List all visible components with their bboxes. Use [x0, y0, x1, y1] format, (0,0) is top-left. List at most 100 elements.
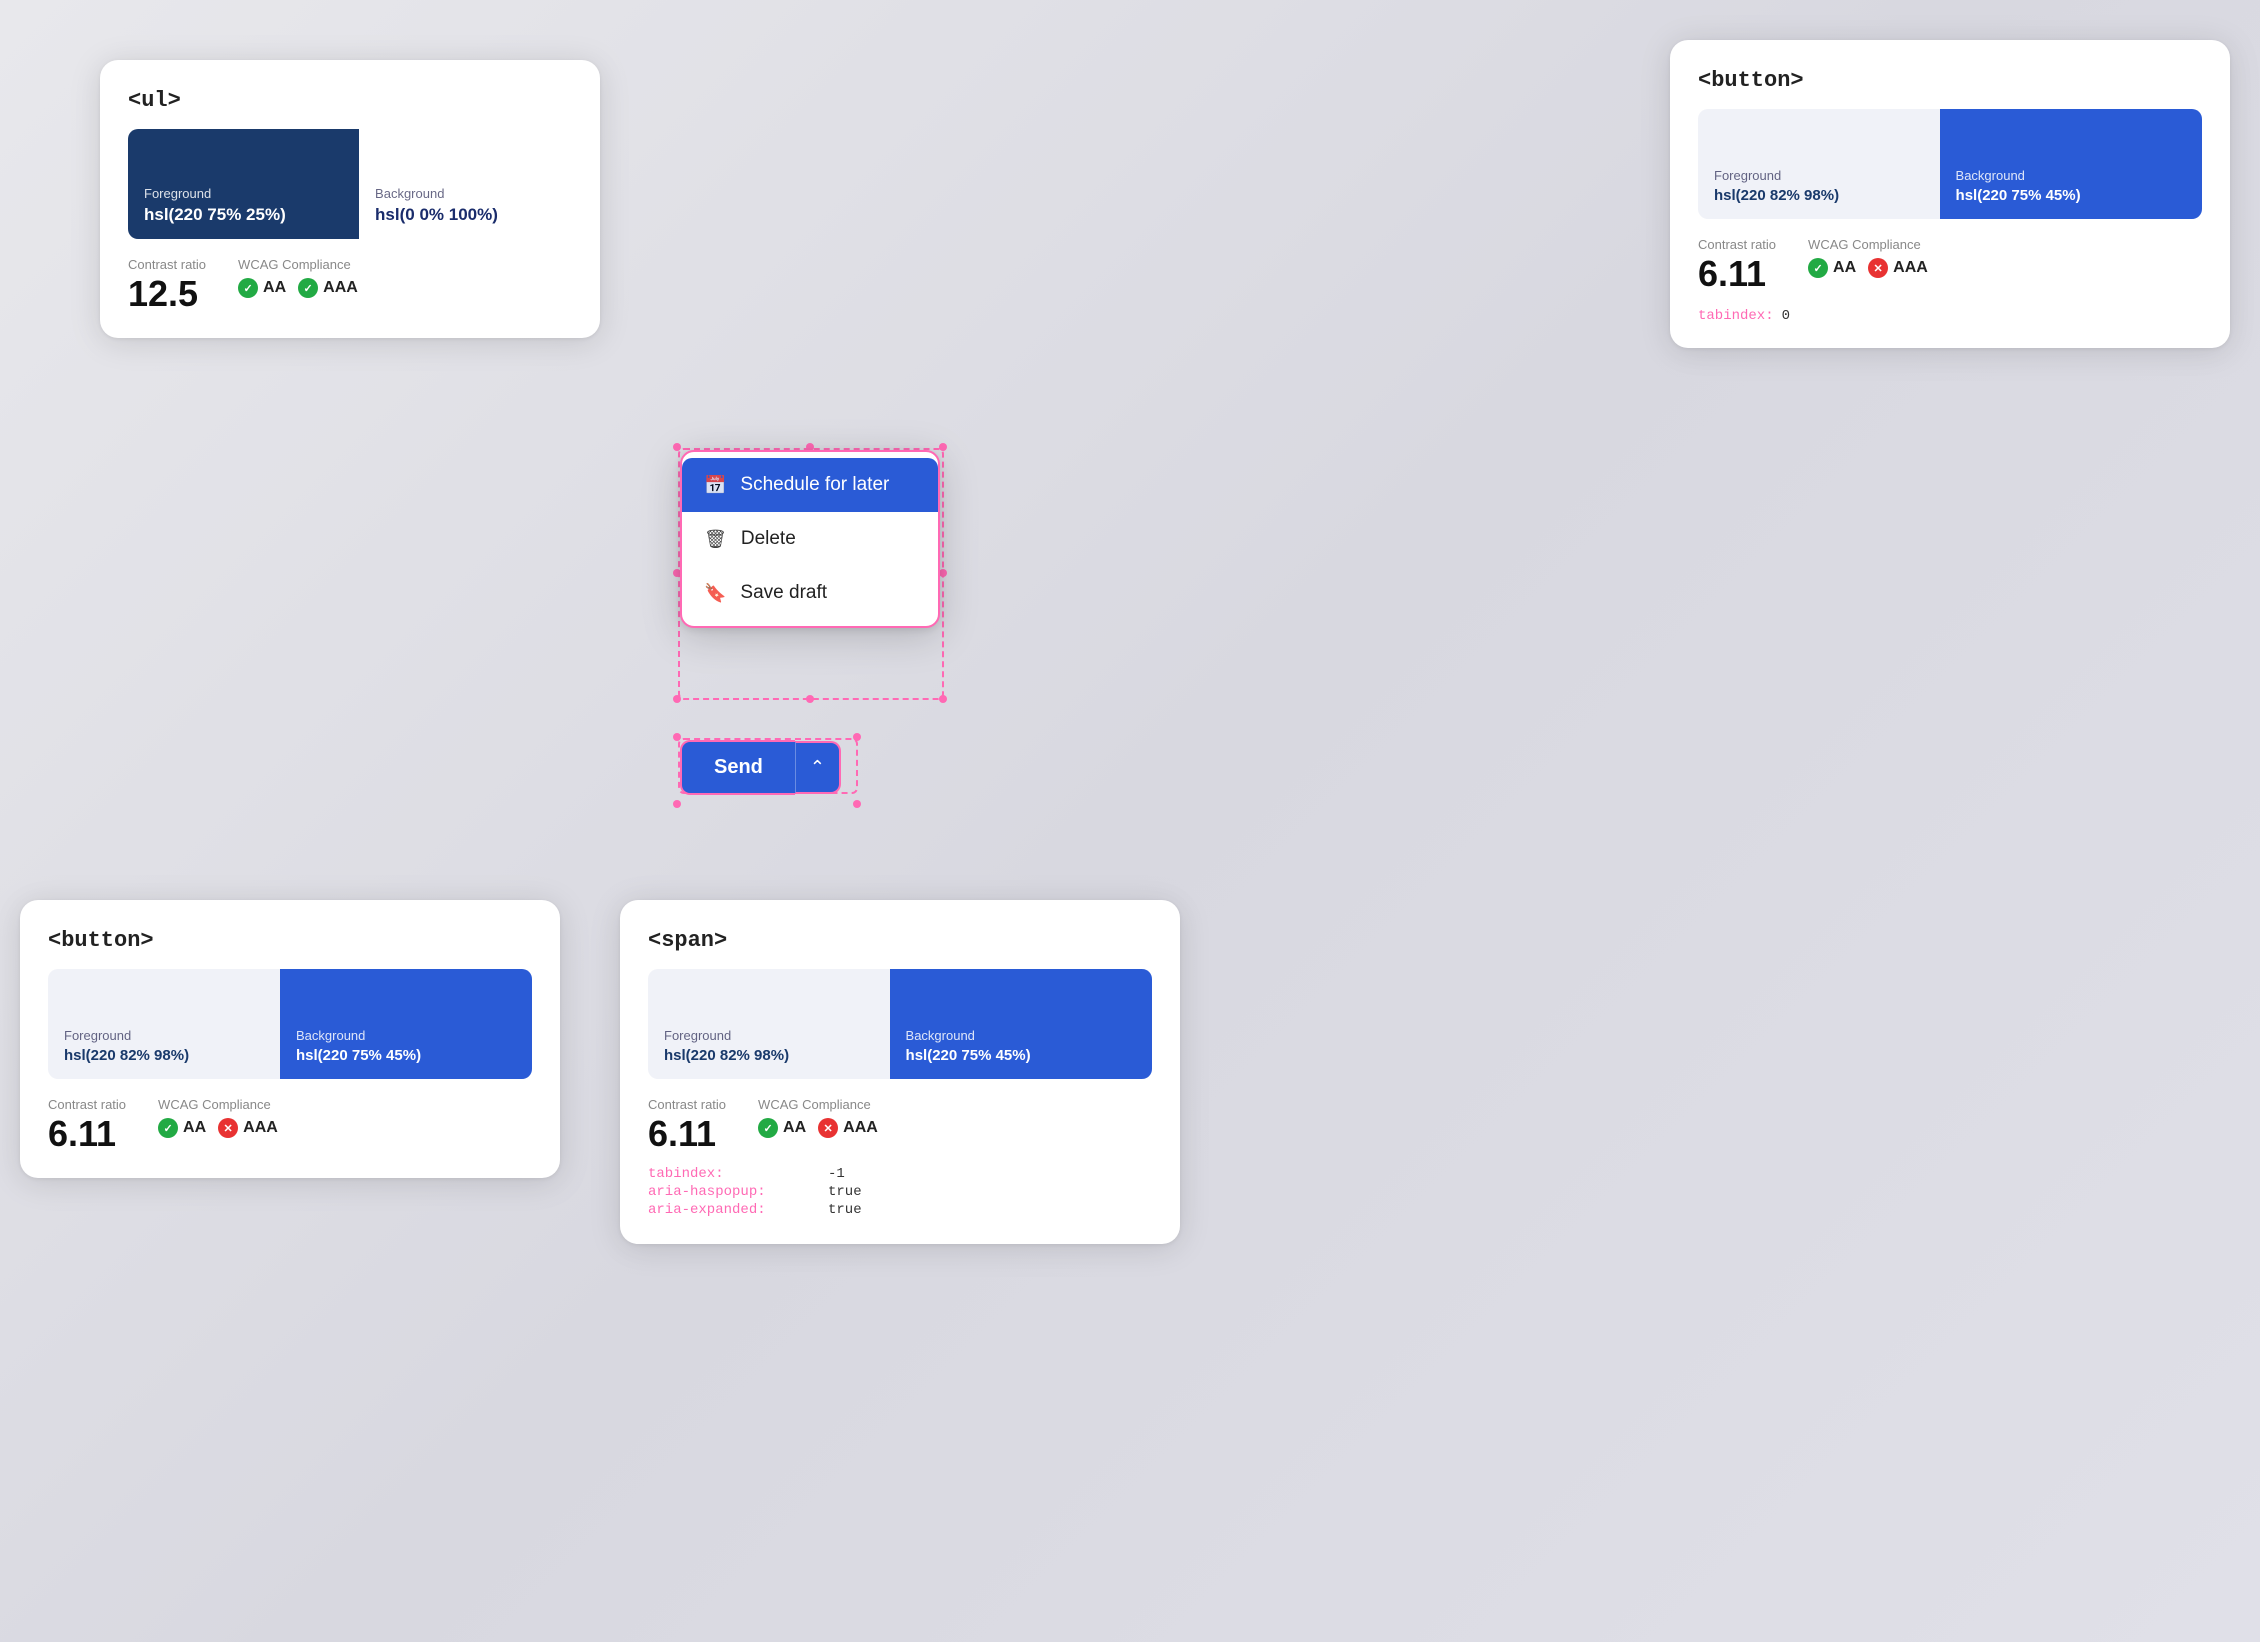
span-contrast-value: 6.11 — [648, 1114, 726, 1154]
save-draft-item[interactable]: 🔖 Save draft — [682, 566, 938, 620]
span-tabindex-value: -1 — [828, 1166, 845, 1182]
button-top-fg-label: Foreground — [1714, 168, 1924, 183]
button-bottom-aa-badge: ✓ AA — [158, 1118, 206, 1138]
span-aa-label: AA — [783, 1119, 806, 1137]
button-bottom-wcag-label: WCAG Compliance — [158, 1097, 278, 1112]
ul-fg-swatch: Foreground hsl(220 75% 25%) — [128, 129, 359, 239]
span-card-title: <span> — [648, 928, 1152, 953]
span-attr-table: tabindex: -1 aria-haspopup: true aria-ex… — [648, 1166, 1152, 1218]
button-bottom-aa-label: AA — [183, 1119, 206, 1137]
ul-wcag-label: WCAG Compliance — [238, 257, 358, 272]
span-aa-icon: ✓ — [758, 1118, 778, 1138]
button-top-aa-badge: ✓ AA — [1808, 258, 1856, 278]
button-top-wcag-block: WCAG Compliance ✓ AA ✕ AAA — [1808, 237, 1928, 278]
span-aa-badge: ✓ AA — [758, 1118, 806, 1138]
button-top-tabindex-value: 0 — [1782, 308, 1790, 324]
send-dot-3 — [673, 800, 681, 808]
send-dot-4 — [853, 800, 861, 808]
button-top-aa-icon: ✓ — [1808, 258, 1828, 278]
schedule-later-item[interactable]: 📅 Schedule for later — [682, 458, 938, 512]
trash-icon: 🗑 — [704, 529, 727, 550]
ul-color-swatches: Foreground hsl(220 75% 25%) Background h… — [128, 129, 572, 239]
span-bg-value: hsl(220 75% 45%) — [906, 1047, 1136, 1065]
send-button[interactable]: Send — [680, 740, 795, 795]
sel-dot-4 — [939, 695, 947, 703]
button-bottom-contrast-value: 6.11 — [48, 1114, 126, 1154]
span-aaa-icon: ✕ — [818, 1118, 838, 1138]
button-top-contrast-value: 6.11 — [1698, 254, 1776, 294]
calendar-icon: 📅 — [704, 475, 726, 496]
button-top-aaa-label: AAA — [1893, 259, 1928, 277]
button-top-aaa-icon: ✕ — [1868, 258, 1888, 278]
span-fg-swatch: Foreground hsl(220 82% 98%) — [648, 969, 890, 1079]
span-tabindex-row: tabindex: -1 — [648, 1166, 1152, 1182]
button-bottom-fg-label: Foreground — [64, 1028, 264, 1043]
ul-aaa-icon: ✓ — [298, 278, 318, 298]
span-card: <span> Foreground hsl(220 82% 98%) Backg… — [620, 900, 1180, 1244]
ul-bg-swatch-value: hsl(0 0% 100%) — [375, 205, 556, 225]
ul-fg-swatch-value: hsl(220 75% 25%) — [144, 205, 343, 225]
send-dot-1 — [673, 733, 681, 741]
button-top-aaa-badge: ✕ AAA — [1868, 258, 1928, 278]
sel-dot-3 — [673, 695, 681, 703]
button-top-card: <button> Foreground hsl(220 82% 98%) Bac… — [1670, 40, 2230, 348]
chevron-up-icon: ⌃ — [810, 757, 825, 777]
button-bottom-swatches: Foreground hsl(220 82% 98%) Background h… — [48, 969, 532, 1079]
button-top-metrics: Contrast ratio 6.11 WCAG Compliance ✓ AA… — [1698, 237, 2202, 294]
ul-aaa-label: AAA — [323, 279, 358, 297]
button-bottom-bg-swatch: Background hsl(220 75% 45%) — [280, 969, 532, 1079]
span-fg-label: Foreground — [664, 1028, 874, 1043]
dropdown-menu: 📅 Schedule for later 🗑 Delete 🔖 Save dra… — [680, 450, 940, 628]
button-bottom-aaa-badge: ✕ AAA — [218, 1118, 278, 1138]
span-aria-haspopup-value: true — [828, 1184, 862, 1200]
schedule-later-label: Schedule for later — [740, 474, 889, 496]
button-top-swatches: Foreground hsl(220 82% 98%) Background h… — [1698, 109, 2202, 219]
span-aria-haspopup-label: aria-haspopup: — [648, 1184, 828, 1200]
button-top-wcag-label: WCAG Compliance — [1808, 237, 1928, 252]
button-top-bg-value: hsl(220 75% 45%) — [1956, 187, 2186, 205]
delete-item[interactable]: 🗑 Delete — [682, 512, 938, 566]
button-top-fg-value: hsl(220 82% 98%) — [1714, 187, 1924, 205]
chevron-button[interactable]: ⌃ — [795, 741, 841, 794]
button-bottom-title: <button> — [48, 928, 532, 953]
span-bg-swatch: Background hsl(220 75% 45%) — [890, 969, 1152, 1079]
span-color-swatches: Foreground hsl(220 82% 98%) Background h… — [648, 969, 1152, 1079]
span-metrics: Contrast ratio 6.11 WCAG Compliance ✓ AA… — [648, 1097, 1152, 1154]
ul-contrast-value: 12.5 — [128, 274, 206, 314]
sel-dot-2 — [939, 443, 947, 451]
span-wcag-block: WCAG Compliance ✓ AA ✕ AAA — [758, 1097, 878, 1138]
button-top-title: <button> — [1698, 68, 2202, 93]
span-contrast-block: Contrast ratio 6.11 — [648, 1097, 726, 1154]
span-wcag-badges: ✓ AA ✕ AAA — [758, 1118, 878, 1138]
ul-contrast-block: Contrast ratio 12.5 — [128, 257, 206, 314]
span-contrast-label: Contrast ratio — [648, 1097, 726, 1112]
span-aaa-badge: ✕ AAA — [818, 1118, 878, 1138]
span-wcag-label: WCAG Compliance — [758, 1097, 878, 1112]
button-bottom-bg-value: hsl(220 75% 45%) — [296, 1047, 516, 1065]
sel-dot-8 — [939, 569, 947, 577]
button-bottom-contrast-block: Contrast ratio 6.11 — [48, 1097, 126, 1154]
ul-bg-swatch-label: Background — [375, 186, 556, 201]
button-bottom-wcag-badges: ✓ AA ✕ AAA — [158, 1118, 278, 1138]
ul-bg-swatch: Background hsl(0 0% 100%) — [359, 129, 572, 239]
button-top-contrast-block: Contrast ratio 6.11 — [1698, 237, 1776, 294]
span-bg-label: Background — [906, 1028, 1136, 1043]
button-bottom-bg-label: Background — [296, 1028, 516, 1043]
ul-aa-icon: ✓ — [238, 278, 258, 298]
button-top-fg-swatch: Foreground hsl(220 82% 98%) — [1698, 109, 1940, 219]
sel-dot-1 — [673, 443, 681, 451]
send-dot-2 — [853, 733, 861, 741]
button-bottom-contrast-label: Contrast ratio — [48, 1097, 126, 1112]
ul-wcag-block: WCAG Compliance ✓ AA ✓ AAA — [238, 257, 358, 298]
button-bottom-metrics: Contrast ratio 6.11 WCAG Compliance ✓ AA… — [48, 1097, 532, 1154]
button-top-tabindex-label: tabindex: — [1698, 308, 1774, 324]
ul-card-title: <ul> — [128, 88, 572, 113]
button-top-aa-label: AA — [1833, 259, 1856, 277]
button-bottom-aaa-label: AAA — [243, 1119, 278, 1137]
span-aria-expanded-value: true — [828, 1202, 862, 1218]
ul-aa-label: AA — [263, 279, 286, 297]
button-top-wcag-badges: ✓ AA ✕ AAA — [1808, 258, 1928, 278]
bookmark-icon: 🔖 — [704, 583, 726, 604]
ul-aaa-badge: ✓ AAA — [298, 278, 358, 298]
ul-aa-badge: ✓ AA — [238, 278, 286, 298]
